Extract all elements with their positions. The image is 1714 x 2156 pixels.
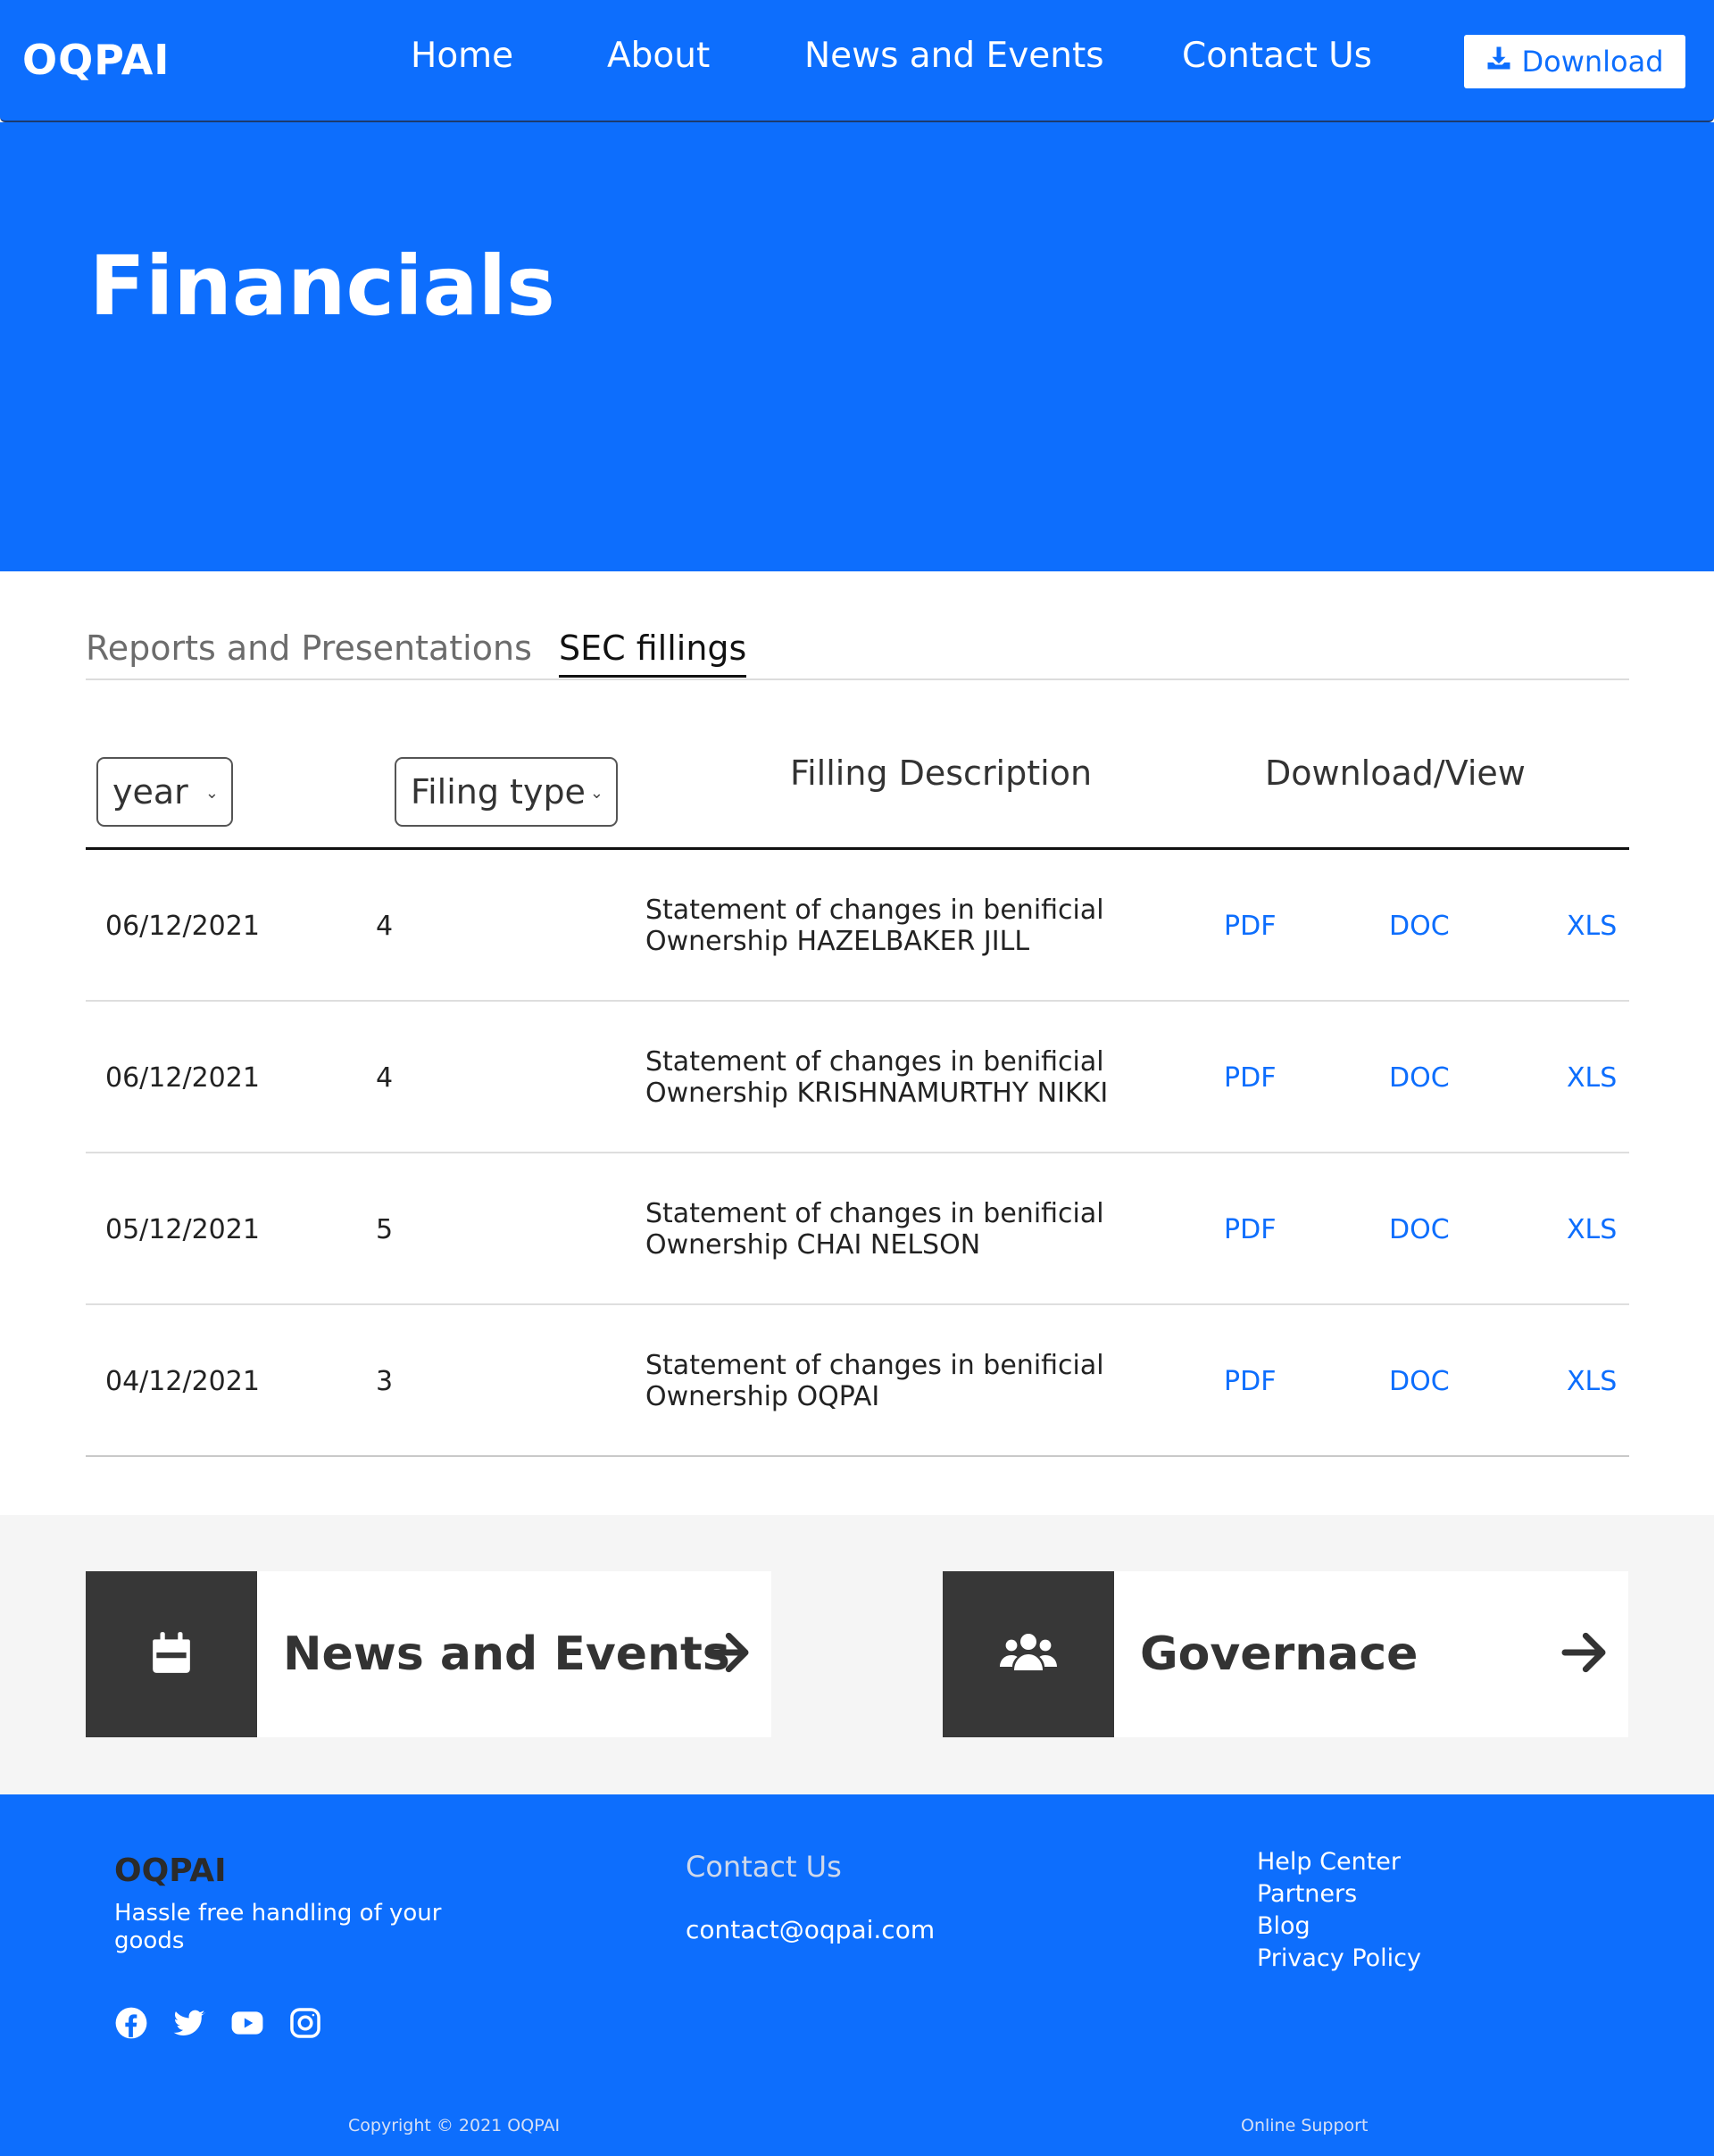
governance-card-label: Governace	[1140, 1627, 1419, 1681]
online-support-link[interactable]: Online Support	[1241, 2116, 1368, 2135]
row-date: 06/12/2021	[105, 910, 260, 942]
row-description-line2: Ownership HAZELBAKER JILL	[645, 926, 1030, 957]
row-description: Statement of changes in benificial Owner…	[645, 1153, 1104, 1305]
tab-sec-fillings[interactable]: SEC fillings	[559, 628, 747, 678]
footer-link-blog[interactable]: Blog	[1257, 1910, 1421, 1943]
footer-logo: OQPAI	[114, 1852, 227, 1889]
download-button-label: Download	[1521, 45, 1664, 79]
xls-link[interactable]: XLS	[1567, 1305, 1617, 1457]
row-date: 06/12/2021	[105, 1061, 260, 1094]
download-button[interactable]: Download	[1464, 35, 1685, 88]
tab-bar: Reports and Presentations SEC fillings	[86, 625, 1629, 680]
news-and-events-card[interactable]: News and Events	[86, 1571, 771, 1737]
doc-link[interactable]: DOC	[1389, 1153, 1450, 1305]
row-description: Statement of changes in benificial Owner…	[645, 1002, 1108, 1153]
doc-link[interactable]: DOC	[1389, 850, 1450, 1002]
facebook-icon[interactable]	[114, 2006, 148, 2044]
row-description: Statement of changes in benificial Owner…	[645, 1305, 1104, 1457]
nav-home[interactable]: Home	[411, 36, 513, 76]
arrow-right-icon	[1559, 1627, 1609, 1677]
twitter-icon[interactable]	[172, 2006, 206, 2044]
row-type: 4	[376, 1061, 394, 1094]
row-description-line2: Ownership CHAI NELSON	[645, 1229, 981, 1261]
nav-contact-us[interactable]: Contact Us	[1182, 36, 1372, 76]
year-select-value: year	[112, 772, 188, 812]
row-description-line1: Statement of changes in benificial	[645, 895, 1104, 926]
table-row: 06/12/2021 4 Statement of changes in ben…	[86, 850, 1629, 1002]
row-description-line1: Statement of changes in benificial	[645, 1198, 1104, 1229]
social-links	[114, 2006, 322, 2044]
footer-tagline: Hassle free handling of your goods	[114, 1900, 442, 1954]
column-header-description: Filling Description	[790, 753, 1093, 793]
row-description: Statement of changes in benificial Owner…	[645, 850, 1104, 1002]
xls-link[interactable]: XLS	[1567, 850, 1617, 1002]
arrow-right-icon	[702, 1627, 752, 1677]
card-icon-box	[943, 1571, 1114, 1737]
table-row: 04/12/2021 3 Statement of changes in ben…	[86, 1305, 1629, 1457]
site-footer: OQPAI Hassle free handling of your goods…	[0, 1794, 1714, 2156]
pdf-link[interactable]: PDF	[1224, 1305, 1276, 1457]
row-description-line1: Statement of changes in benificial	[645, 1350, 1104, 1381]
footer-email-link[interactable]: contact@oqpai.com	[686, 1915, 935, 1944]
chevron-down-icon: ⌄	[204, 784, 219, 803]
table-header: year ⌄ Filing type ⌄ Filling Description…	[86, 741, 1629, 850]
calendar-icon	[149, 1630, 194, 1678]
pdf-link[interactable]: PDF	[1224, 850, 1276, 1002]
main-nav: Home About News and Events Contact Us	[0, 36, 1714, 80]
row-type: 3	[376, 1365, 394, 1397]
doc-link[interactable]: DOC	[1389, 1002, 1450, 1153]
table-row: 05/12/2021 5 Statement of changes in ben…	[86, 1153, 1629, 1305]
site-header: OQPAI Home About News and Events Contact…	[0, 0, 1714, 122]
governance-card[interactable]: Governace	[943, 1571, 1628, 1737]
users-icon	[1000, 1631, 1057, 1677]
card-icon-box	[86, 1571, 257, 1737]
nav-news-and-events[interactable]: News and Events	[804, 36, 1104, 76]
row-date: 04/12/2021	[105, 1365, 260, 1397]
row-type: 5	[376, 1213, 394, 1245]
footer-link-partners[interactable]: Partners	[1257, 1878, 1421, 1910]
row-description-line2: Ownership OQPAI	[645, 1381, 880, 1412]
footer-links: Help Center Partners Blog Privacy Policy	[1257, 1846, 1421, 1975]
column-header-download: Download/View	[1265, 753, 1526, 793]
chevron-down-icon: ⌄	[589, 784, 603, 803]
footer-contact-title: Contact Us	[686, 1850, 842, 1884]
row-type: 4	[376, 910, 394, 942]
youtube-icon[interactable]	[230, 2006, 264, 2044]
year-select[interactable]: year ⌄	[96, 757, 233, 827]
news-and-events-card-label: News and Events	[283, 1627, 730, 1681]
hero-banner: Financials	[0, 122, 1714, 571]
doc-link[interactable]: DOC	[1389, 1305, 1450, 1457]
xls-link[interactable]: XLS	[1567, 1002, 1617, 1153]
xls-link[interactable]: XLS	[1567, 1153, 1617, 1305]
table-row: 06/12/2021 4 Statement of changes in ben…	[86, 1002, 1629, 1153]
row-description-line1: Statement of changes in benificial	[645, 1046, 1104, 1078]
pdf-link[interactable]: PDF	[1224, 1153, 1276, 1305]
tab-reports-and-presentations[interactable]: Reports and Presentations	[86, 628, 532, 668]
filing-type-select-value: Filing type	[411, 772, 586, 812]
nav-about[interactable]: About	[607, 36, 710, 76]
instagram-icon[interactable]	[288, 2006, 322, 2044]
pdf-link[interactable]: PDF	[1224, 1002, 1276, 1153]
copyright-text: Copyright © 2021 OQPAI	[348, 2116, 561, 2135]
page-title: Financials	[89, 238, 555, 334]
footer-link-help-center[interactable]: Help Center	[1257, 1846, 1421, 1878]
row-date: 05/12/2021	[105, 1213, 260, 1245]
download-icon	[1485, 45, 1512, 79]
row-description-line2: Ownership KRISHNAMURTHY NIKKI	[645, 1078, 1109, 1109]
footer-link-privacy-policy[interactable]: Privacy Policy	[1257, 1943, 1421, 1975]
filing-type-select[interactable]: Filing type ⌄	[395, 757, 618, 827]
